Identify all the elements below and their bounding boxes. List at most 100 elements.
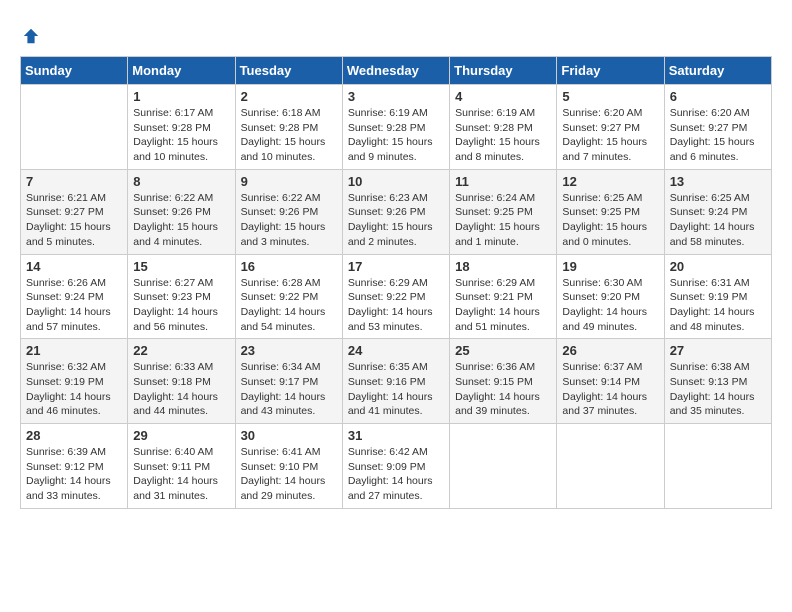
day-number: 16 bbox=[241, 259, 337, 274]
day-info: Sunrise: 6:17 AMSunset: 9:28 PMDaylight:… bbox=[133, 106, 229, 165]
header bbox=[20, 20, 772, 46]
day-number: 11 bbox=[455, 174, 551, 189]
day-cell bbox=[664, 424, 771, 509]
day-number: 30 bbox=[241, 428, 337, 443]
weekday-header-tuesday: Tuesday bbox=[235, 57, 342, 85]
day-cell: 5 Sunrise: 6:20 AMSunset: 9:27 PMDaylight… bbox=[557, 85, 664, 170]
day-cell: 14 Sunrise: 6:26 AMSunset: 9:24 PMDayligh… bbox=[21, 254, 128, 339]
weekday-header-friday: Friday bbox=[557, 57, 664, 85]
day-info: Sunrise: 6:18 AMSunset: 9:28 PMDaylight:… bbox=[241, 106, 337, 165]
day-number: 26 bbox=[562, 343, 658, 358]
day-number: 27 bbox=[670, 343, 766, 358]
day-number: 19 bbox=[562, 259, 658, 274]
day-info: Sunrise: 6:22 AMSunset: 9:26 PMDaylight:… bbox=[241, 191, 337, 250]
day-cell: 9Sunrise: 6:22 AMSunset: 9:26 PMDaylight… bbox=[235, 169, 342, 254]
day-info: Sunrise: 6:19 AMSunset: 9:28 PMDaylight:… bbox=[348, 106, 444, 165]
day-number: 21 bbox=[26, 343, 122, 358]
week-row-4: 28 Sunrise: 6:39 AMSunset: 9:12 PMDayligh… bbox=[21, 424, 772, 509]
week-row-1: 7 Sunrise: 6:21 AMSunset: 9:27 PMDaylight… bbox=[21, 169, 772, 254]
day-number: 15 bbox=[133, 259, 229, 274]
logo bbox=[20, 20, 40, 46]
day-info: Sunrise: 6:19 AMSunset: 9:28 PMDaylight:… bbox=[455, 106, 551, 165]
day-cell: 6Sunrise: 6:20 AMSunset: 9:27 PMDaylight… bbox=[664, 85, 771, 170]
day-number: 22 bbox=[133, 343, 229, 358]
day-cell: 15 Sunrise: 6:27 AMSunset: 9:23 PMDayligh… bbox=[128, 254, 235, 339]
day-cell: 23Sunrise: 6:34 AMSunset: 9:17 PMDayligh… bbox=[235, 339, 342, 424]
weekday-header-monday: Monday bbox=[128, 57, 235, 85]
day-info: Sunrise: 6:30 AMSunset: 9:20 PMDaylight:… bbox=[562, 276, 658, 335]
day-cell: 18 Sunrise: 6:29 AMSunset: 9:21 PMDayligh… bbox=[450, 254, 557, 339]
day-cell: 24 Sunrise: 6:35 AMSunset: 9:16 PMDayligh… bbox=[342, 339, 449, 424]
day-number: 7 bbox=[26, 174, 122, 189]
week-row-2: 14 Sunrise: 6:26 AMSunset: 9:24 PMDayligh… bbox=[21, 254, 772, 339]
day-number: 6 bbox=[670, 89, 766, 104]
day-info: Sunrise: 6:25 AMSunset: 9:24 PMDaylight:… bbox=[670, 191, 766, 250]
day-cell: 4 Sunrise: 6:19 AMSunset: 9:28 PMDaylight… bbox=[450, 85, 557, 170]
day-cell: 16 Sunrise: 6:28 AMSunset: 9:22 PMDayligh… bbox=[235, 254, 342, 339]
day-cell: 25Sunrise: 6:36 AMSunset: 9:15 PMDayligh… bbox=[450, 339, 557, 424]
day-number: 2 bbox=[241, 89, 337, 104]
day-info: Sunrise: 6:37 AMSunset: 9:14 PMDaylight:… bbox=[562, 360, 658, 419]
week-row-3: 21 Sunrise: 6:32 AMSunset: 9:19 PMDayligh… bbox=[21, 339, 772, 424]
day-number: 4 bbox=[455, 89, 551, 104]
day-cell: 20 Sunrise: 6:31 AMSunset: 9:19 PMDayligh… bbox=[664, 254, 771, 339]
day-number: 23 bbox=[241, 343, 337, 358]
day-cell: 10Sunrise: 6:23 AMSunset: 9:26 PMDayligh… bbox=[342, 169, 449, 254]
day-cell bbox=[557, 424, 664, 509]
day-info: Sunrise: 6:40 AMSunset: 9:11 PMDaylight:… bbox=[133, 445, 229, 504]
day-info: Sunrise: 6:42 AMSunset: 9:09 PMDaylight:… bbox=[348, 445, 444, 504]
day-cell: 30Sunrise: 6:41 AMSunset: 9:10 PMDayligh… bbox=[235, 424, 342, 509]
day-info: Sunrise: 6:29 AMSunset: 9:21 PMDaylight:… bbox=[455, 276, 551, 335]
day-info: Sunrise: 6:21 AMSunset: 9:27 PMDaylight:… bbox=[26, 191, 122, 250]
day-cell: 13 Sunrise: 6:25 AMSunset: 9:24 PMDayligh… bbox=[664, 169, 771, 254]
day-number: 8 bbox=[133, 174, 229, 189]
weekday-header-sunday: Sunday bbox=[21, 57, 128, 85]
day-info: Sunrise: 6:20 AMSunset: 9:27 PMDaylight:… bbox=[562, 106, 658, 165]
day-cell: 11 Sunrise: 6:24 AMSunset: 9:25 PMDayligh… bbox=[450, 169, 557, 254]
day-cell: 28 Sunrise: 6:39 AMSunset: 9:12 PMDayligh… bbox=[21, 424, 128, 509]
day-info: Sunrise: 6:36 AMSunset: 9:15 PMDaylight:… bbox=[455, 360, 551, 419]
day-number: 3 bbox=[348, 89, 444, 104]
week-row-0: 1 Sunrise: 6:17 AMSunset: 9:28 PMDaylight… bbox=[21, 85, 772, 170]
day-number: 31 bbox=[348, 428, 444, 443]
day-info: Sunrise: 6:28 AMSunset: 9:22 PMDaylight:… bbox=[241, 276, 337, 335]
day-number: 18 bbox=[455, 259, 551, 274]
day-cell: 31 Sunrise: 6:42 AMSunset: 9:09 PMDayligh… bbox=[342, 424, 449, 509]
weekday-header-saturday: Saturday bbox=[664, 57, 771, 85]
day-cell: 21 Sunrise: 6:32 AMSunset: 9:19 PMDayligh… bbox=[21, 339, 128, 424]
day-cell: 17Sunrise: 6:29 AMSunset: 9:22 PMDayligh… bbox=[342, 254, 449, 339]
day-number: 20 bbox=[670, 259, 766, 274]
day-info: Sunrise: 6:26 AMSunset: 9:24 PMDaylight:… bbox=[26, 276, 122, 335]
day-info: Sunrise: 6:27 AMSunset: 9:23 PMDaylight:… bbox=[133, 276, 229, 335]
day-cell: 3 Sunrise: 6:19 AMSunset: 9:28 PMDaylight… bbox=[342, 85, 449, 170]
day-number: 12 bbox=[562, 174, 658, 189]
day-number: 14 bbox=[26, 259, 122, 274]
weekday-header-wednesday: Wednesday bbox=[342, 57, 449, 85]
day-cell: 7 Sunrise: 6:21 AMSunset: 9:27 PMDaylight… bbox=[21, 169, 128, 254]
day-cell: 8Sunrise: 6:22 AMSunset: 9:26 PMDaylight… bbox=[128, 169, 235, 254]
weekday-header-thursday: Thursday bbox=[450, 57, 557, 85]
logo-text bbox=[20, 20, 40, 46]
day-cell: 12Sunrise: 6:25 AMSunset: 9:25 PMDayligh… bbox=[557, 169, 664, 254]
day-info: Sunrise: 6:29 AMSunset: 9:22 PMDaylight:… bbox=[348, 276, 444, 335]
day-info: Sunrise: 6:33 AMSunset: 9:18 PMDaylight:… bbox=[133, 360, 229, 419]
logo-icon bbox=[22, 27, 40, 45]
day-cell: 27 Sunrise: 6:38 AMSunset: 9:13 PMDayligh… bbox=[664, 339, 771, 424]
day-info: Sunrise: 6:31 AMSunset: 9:19 PMDaylight:… bbox=[670, 276, 766, 335]
day-number: 5 bbox=[562, 89, 658, 104]
day-number: 24 bbox=[348, 343, 444, 358]
day-number: 28 bbox=[26, 428, 122, 443]
day-number: 1 bbox=[133, 89, 229, 104]
day-cell bbox=[21, 85, 128, 170]
calendar: SundayMondayTuesdayWednesdayThursdayFrid… bbox=[20, 56, 772, 509]
day-number: 13 bbox=[670, 174, 766, 189]
day-cell: 1 Sunrise: 6:17 AMSunset: 9:28 PMDaylight… bbox=[128, 85, 235, 170]
day-info: Sunrise: 6:32 AMSunset: 9:19 PMDaylight:… bbox=[26, 360, 122, 419]
day-info: Sunrise: 6:24 AMSunset: 9:25 PMDaylight:… bbox=[455, 191, 551, 250]
day-info: Sunrise: 6:35 AMSunset: 9:16 PMDaylight:… bbox=[348, 360, 444, 419]
day-info: Sunrise: 6:23 AMSunset: 9:26 PMDaylight:… bbox=[348, 191, 444, 250]
day-cell: 22 Sunrise: 6:33 AMSunset: 9:18 PMDayligh… bbox=[128, 339, 235, 424]
day-info: Sunrise: 6:39 AMSunset: 9:12 PMDaylight:… bbox=[26, 445, 122, 504]
day-cell bbox=[450, 424, 557, 509]
day-info: Sunrise: 6:38 AMSunset: 9:13 PMDaylight:… bbox=[670, 360, 766, 419]
